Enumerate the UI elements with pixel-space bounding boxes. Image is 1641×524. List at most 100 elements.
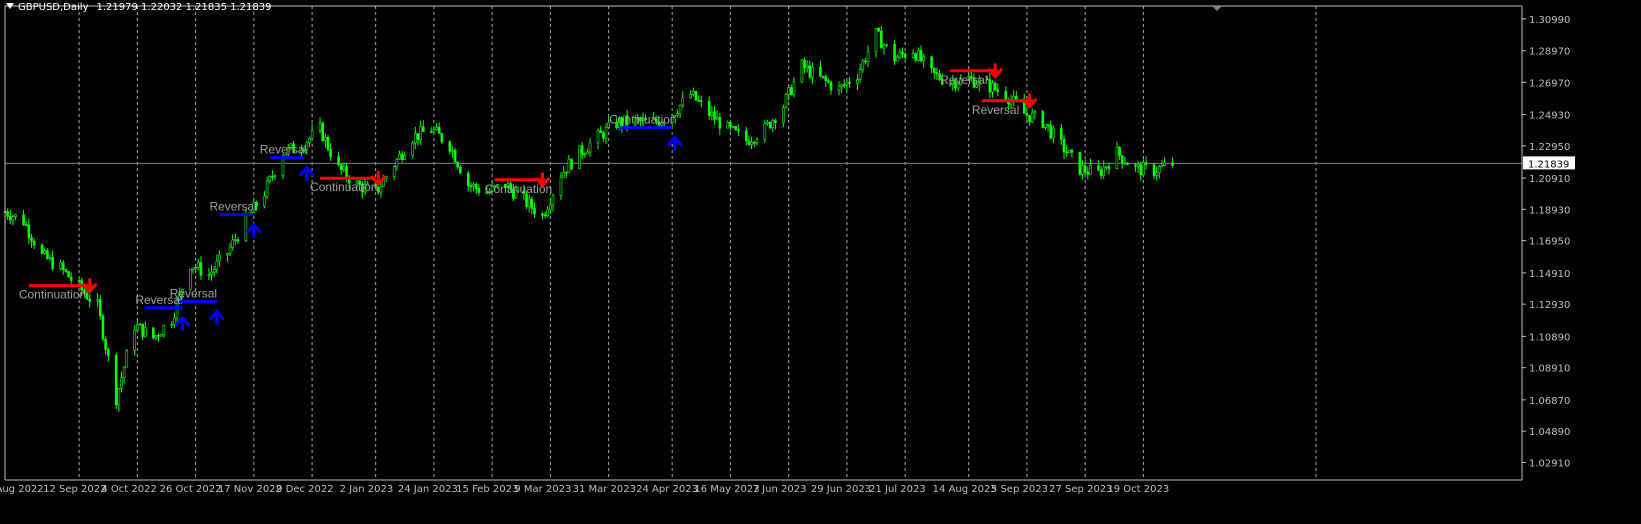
candle-body	[1049, 125, 1053, 139]
y-tick-label: 1.16950	[1529, 237, 1570, 248]
candle-body	[199, 262, 203, 276]
candle-body	[226, 253, 229, 256]
y-tick-label: 1.04890	[1529, 427, 1570, 438]
candle-body	[840, 84, 843, 88]
candle-body	[43, 250, 47, 254]
candle-body	[207, 274, 211, 276]
candle-body	[265, 180, 269, 197]
candle-body	[1115, 146, 1119, 169]
candle-body	[215, 260, 219, 270]
candle-body	[151, 327, 155, 339]
candle-body	[789, 87, 793, 96]
candle-body	[734, 126, 738, 131]
candle-body	[744, 130, 748, 142]
candle-body	[903, 53, 907, 58]
candle-body	[1102, 166, 1105, 176]
candle-body	[422, 126, 425, 132]
candle-body	[1160, 165, 1164, 167]
candle-body	[1004, 91, 1008, 100]
candle-body	[1134, 164, 1137, 167]
x-tick-label: 31 Mar 2023	[573, 484, 636, 495]
candle-body	[1044, 124, 1047, 128]
candle-body	[1163, 162, 1166, 166]
x-tick-label: 21 Jul 2023	[869, 484, 926, 495]
candle-body	[1030, 112, 1034, 123]
candle-body	[61, 262, 65, 270]
candle-body	[244, 213, 248, 242]
candle-body	[676, 113, 679, 116]
price-chart[interactable]: Continuation Reversal Reversal Reversal Reve…	[0, 0, 1641, 524]
candle-body	[710, 111, 714, 116]
candle-body	[787, 87, 790, 95]
candle-body	[811, 66, 814, 78]
candle-body	[930, 56, 933, 69]
y-tick-label: 1.02910	[1529, 458, 1570, 469]
candle-body	[24, 224, 28, 226]
candle-body	[678, 104, 682, 115]
candle-body	[935, 72, 939, 74]
candle-body	[596, 130, 600, 144]
candle-body	[125, 350, 129, 368]
candle-body	[117, 387, 121, 406]
candle-body	[1120, 155, 1124, 164]
candle-body	[8, 216, 12, 221]
signal-label: Reversal	[972, 103, 1019, 117]
candle-body	[379, 186, 383, 193]
candle-body	[467, 172, 470, 187]
candle-body	[1123, 162, 1127, 165]
candle-body	[914, 53, 918, 61]
candle-body	[877, 28, 880, 32]
y-tick-label: 1.22950	[1529, 142, 1570, 153]
candle-body	[586, 151, 589, 155]
candle-body	[281, 156, 285, 177]
candle-body	[774, 120, 777, 124]
candle-body	[567, 159, 571, 174]
candle-body	[308, 138, 311, 144]
y-tick-label: 1.10890	[1529, 332, 1570, 343]
candle-body	[562, 171, 565, 178]
candle-body	[996, 89, 1000, 92]
candle-body	[106, 349, 110, 356]
candle-body	[988, 79, 992, 93]
signal-label: Reversal	[170, 286, 217, 300]
candle-body	[1152, 164, 1156, 176]
candle-body	[1041, 111, 1045, 128]
candle-body	[11, 216, 15, 221]
candle-body	[1033, 111, 1037, 114]
candle-body	[1139, 164, 1143, 176]
candle-body	[803, 59, 806, 69]
collapse-triangle-icon[interactable]	[6, 3, 14, 9]
candle-body	[861, 60, 865, 70]
signal-label: Reversal	[209, 200, 256, 214]
candle-body	[32, 240, 36, 246]
candle-body	[268, 176, 272, 182]
candle-body	[51, 256, 54, 270]
candle-body	[398, 153, 401, 160]
candle-body	[1107, 166, 1111, 169]
x-tick-label: 9 Mar 2023	[514, 484, 571, 495]
symbol-label: GBPUSD,Daily	[18, 2, 89, 13]
candle-body	[1028, 114, 1031, 123]
candle-body	[144, 327, 147, 337]
candle-body	[14, 214, 17, 218]
candle-body	[784, 94, 788, 108]
candle-body	[792, 81, 796, 96]
candle-body	[141, 323, 144, 337]
candle-body	[829, 82, 833, 91]
candle-body	[864, 60, 867, 63]
candle-body	[604, 127, 608, 139]
candle-body	[263, 195, 266, 207]
candle-body	[699, 100, 703, 102]
candle-body	[1046, 124, 1050, 126]
candle-body	[326, 137, 330, 150]
candle-body	[848, 81, 851, 84]
candle-body	[713, 111, 716, 120]
candle-body	[345, 166, 348, 179]
candle-body	[212, 269, 216, 273]
candle-body	[893, 44, 896, 62]
candle-body	[477, 188, 481, 193]
candle-body	[731, 126, 735, 128]
x-tick-label: 2 Jan 2023	[340, 484, 394, 495]
candle-body	[1089, 165, 1092, 175]
candle-body	[437, 127, 441, 134]
